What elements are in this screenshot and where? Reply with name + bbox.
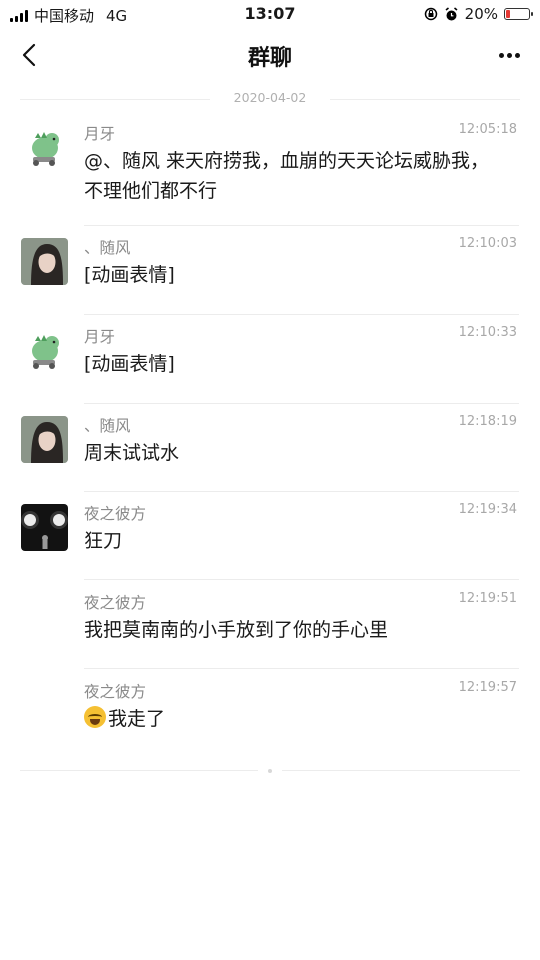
sender-name: 月牙 <box>84 328 116 346</box>
message-text: 狂刀 <box>84 530 123 552</box>
message-text: 我走了 <box>108 708 166 730</box>
status-bar-right: 20% <box>424 5 533 23</box>
message-item[interactable]: 月牙 12:05:18 @、随风 来天府捞我，血崩的天天论坛威胁我，不理他们都不… <box>0 112 540 226</box>
message-text: 周末试试水 <box>84 442 180 464</box>
message-item[interactable]: 月牙 12:10:33 [动画表情] <box>0 315 540 404</box>
sender-name: 、随风 <box>84 417 131 435</box>
message-text: 我把莫南南的小手放到了你的手心里 <box>84 619 389 641</box>
divider <box>84 668 519 669</box>
page-title: 群聊 <box>247 46 292 71</box>
message-time: 12:18:19 <box>458 414 517 429</box>
message-item[interactable]: 、随风 12:18:19 周末试试水 <box>0 404 540 492</box>
message-time: 12:10:33 <box>458 325 517 340</box>
end-divider <box>20 769 520 773</box>
alarm-icon <box>445 6 458 20</box>
date-divider: 2020-04-02 <box>20 90 520 108</box>
message-text: @、随风 来天府捞我，血崩的天天论坛威胁我，不理他们都不行 <box>84 150 490 202</box>
sender-name: 夜之彼方 <box>84 505 147 523</box>
sender-name: 、随风 <box>84 239 131 257</box>
rotation-lock-icon <box>424 7 437 21</box>
girl-photo-avatar[interactable] <box>21 238 68 285</box>
battery-percent: 20% <box>464 5 498 23</box>
dinosaur-avatar[interactable] <box>21 327 68 374</box>
sender-name: 夜之彼方 <box>84 683 147 701</box>
nav-bar: 群聊 <box>0 30 540 80</box>
message-item[interactable]: 夜之彼方 12:19:51 我把莫南南的小手放到了你的手心里 <box>0 581 540 669</box>
sender-name: 月牙 <box>84 125 116 143</box>
message-item[interactable]: 夜之彼方 12:19:57 我走了 <box>0 670 540 758</box>
message-text: [动画表情] <box>84 353 175 375</box>
more-dot-icon <box>499 52 504 58</box>
message-item[interactable]: 、随风 12:10:03 [动画表情] <box>0 226 540 315</box>
message-text-row: 我走了 <box>84 704 504 734</box>
status-bar: 中国移动 4G 13:07 20% <box>0 0 540 28</box>
battery-icon <box>504 8 533 20</box>
message-time: 12:05:18 <box>458 122 517 137</box>
divider <box>84 579 519 580</box>
message-text: [动画表情] <box>84 264 175 286</box>
more-button[interactable] <box>499 44 520 66</box>
dark-night-avatar[interactable] <box>21 504 68 551</box>
sender-name: 夜之彼方 <box>84 594 147 612</box>
message-time: 12:19:51 <box>458 591 517 606</box>
girl-photo-avatar[interactable] <box>21 416 68 463</box>
dinosaur-avatar[interactable] <box>21 124 68 171</box>
end-dot <box>268 769 272 773</box>
date-label: 2020-04-02 <box>233 90 307 105</box>
crying-face-emoji <box>84 706 106 728</box>
message-time: 12:10:03 <box>458 236 517 251</box>
message-time: 12:19:57 <box>458 680 517 695</box>
message-time: 12:19:34 <box>458 502 517 517</box>
message-item[interactable]: 夜之彼方 12:19:34 狂刀 <box>0 492 540 580</box>
